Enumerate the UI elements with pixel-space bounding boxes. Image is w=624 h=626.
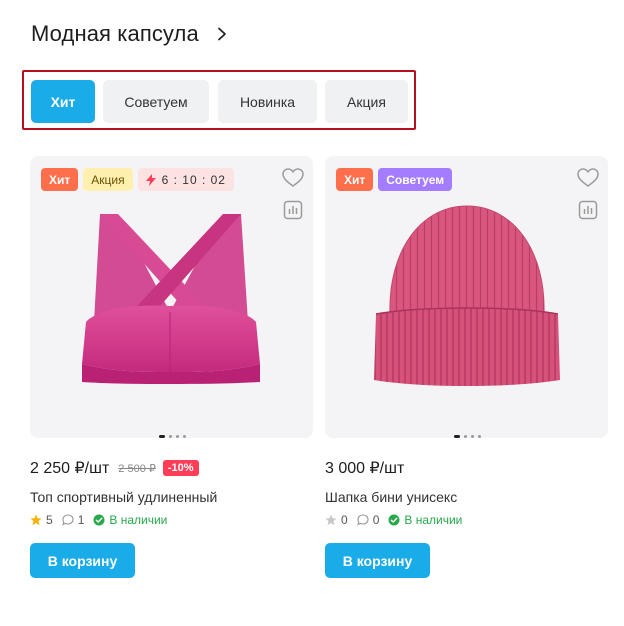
product-meta: 0 0 В наличии (325, 513, 608, 527)
add-to-cart-button[interactable]: В корзину (325, 543, 430, 578)
image-pager[interactable] (159, 435, 186, 438)
price-row: 3 000 ₽/шт (325, 458, 608, 478)
lightning-icon (145, 173, 156, 186)
old-price: 2 500 ₽ (118, 462, 156, 475)
tab-promo[interactable]: Акция (325, 80, 408, 123)
sports-bra-image (82, 214, 260, 384)
check-circle-icon (388, 514, 400, 526)
section-title[interactable]: Модная капсула (31, 21, 199, 47)
badge-row: Хит Акция 6 : 10 : 02 (41, 168, 234, 191)
compare-icon[interactable] (578, 200, 598, 220)
tab-hit[interactable]: Хит (31, 80, 95, 123)
heart-icon[interactable] (577, 168, 599, 188)
compare-icon[interactable] (283, 200, 303, 220)
rating: 0 (325, 513, 348, 527)
stock-status: В наличии (93, 513, 167, 527)
product-image-area[interactable]: Хит Акция 6 : 10 : 02 (30, 156, 313, 438)
tab-new[interactable]: Новинка (218, 80, 317, 123)
product-meta: 5 1 В наличии (30, 513, 313, 527)
beanie-image (374, 205, 560, 386)
chevron-right-icon[interactable] (215, 27, 229, 41)
product-image-area[interactable]: Хит Советуем (325, 156, 608, 438)
badge-recommend: Советуем (378, 168, 453, 191)
star-icon (30, 514, 42, 526)
price: 2 250 ₽/шт (30, 460, 110, 477)
heart-icon[interactable] (282, 168, 304, 188)
reviews[interactable]: 0 (356, 513, 380, 527)
reviews-count: 1 (77, 513, 85, 527)
discount-badge: -10% (162, 460, 199, 476)
rating-value: 5 (46, 513, 53, 527)
check-circle-icon (93, 514, 105, 526)
reviews-count: 0 (372, 513, 380, 527)
product-card[interactable]: Хит Акция 6 : 10 : 02 2 250 ₽/шт 2 500 ₽… (30, 156, 313, 578)
badge-row: Хит Советуем (336, 168, 453, 191)
add-to-cart-button[interactable]: В корзину (30, 543, 135, 578)
stock-status: В наличии (388, 513, 462, 527)
rating: 5 (30, 513, 53, 527)
badge-hit: Хит (336, 168, 374, 191)
reviews[interactable]: 1 (61, 513, 85, 527)
stock-text: В наличии (404, 513, 463, 527)
comment-icon (356, 514, 369, 526)
product-name[interactable]: Топ спортивный удлиненный (30, 489, 313, 505)
star-icon (325, 514, 337, 526)
section-header[interactable]: Модная капсула (31, 18, 229, 50)
timer-value: 6 : 10 : 02 (161, 172, 226, 187)
badge-promo: Акция (83, 168, 133, 191)
tab-recommend[interactable]: Советуем (103, 80, 209, 123)
product-name[interactable]: Шапка бини унисекс (325, 489, 608, 505)
badge-hit: Хит (41, 168, 79, 191)
price-row: 2 250 ₽/шт 2 500 ₽ -10% (30, 458, 313, 478)
product-card[interactable]: Хит Советуем 3 000 ₽/шт Шапка бини унисе… (325, 156, 608, 578)
stock-text: В наличии (109, 513, 168, 527)
comment-icon (61, 514, 74, 526)
price: 3 000 ₽/шт (325, 460, 405, 477)
rating-value: 0 (341, 513, 348, 527)
badge-timer: 6 : 10 : 02 (137, 168, 234, 191)
image-pager[interactable] (454, 435, 481, 438)
